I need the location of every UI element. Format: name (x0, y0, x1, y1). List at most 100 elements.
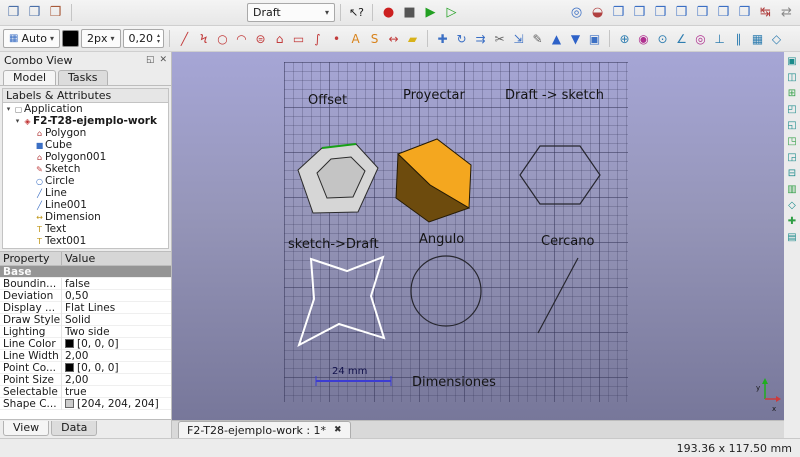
hexagon-shape[interactable] (520, 146, 600, 204)
draft-downgrade-icon[interactable]: ▼ (566, 28, 585, 49)
right-tool-icon-10[interactable]: ◇ (786, 199, 799, 212)
property-value-cell[interactable]: [0, 0, 0] (62, 338, 171, 350)
view-right-icon[interactable]: ❒ (671, 2, 692, 23)
property-shape-color[interactable]: Shape C... [204, 204, 204] (0, 398, 171, 410)
expander-icon[interactable]: ▾ (13, 117, 22, 125)
right-tool-icon-2[interactable]: ◫ (786, 71, 799, 84)
tab-view[interactable]: View (3, 421, 49, 436)
cercano-line[interactable] (538, 258, 578, 333)
draft-ellipse-icon[interactable]: ⊜ (251, 28, 270, 49)
view-isometric-icon[interactable]: ❒ (608, 2, 629, 23)
property-display-mode[interactable]: Display ... Flat Lines (0, 302, 171, 314)
draft-point-icon[interactable]: • (327, 28, 346, 49)
snap-working-plane-icon[interactable]: ◇ (767, 28, 786, 49)
draft-facebinder-icon[interactable]: ▰ (403, 28, 422, 49)
tree-item-line[interactable]: ╱ Line (3, 187, 168, 199)
dimension-line[interactable] (316, 376, 391, 386)
property-group-base[interactable]: Base (0, 266, 171, 278)
angulo-circle[interactable] (411, 256, 481, 326)
property-value-cell[interactable]: 2,00 (62, 350, 171, 362)
tree-item-dimension[interactable]: ↔ Dimension (3, 211, 168, 223)
label-sketch-draft[interactable]: sketch->Draft (288, 237, 379, 252)
property-line-color[interactable]: Line Color [0, 0, 0] (0, 338, 171, 350)
property-value-cell[interactable]: false (62, 278, 171, 290)
whatsthis-icon[interactable]: ↖? (346, 2, 367, 23)
snap-endpoint-icon[interactable]: ◉ (634, 28, 653, 49)
tree-item-cube[interactable]: ■ Cube (3, 139, 168, 151)
property-value-cell[interactable]: Flat Lines (62, 302, 171, 314)
property-lighting[interactable]: Lighting Two side (0, 326, 171, 338)
panel-close-icon[interactable]: ✕ (159, 55, 167, 65)
snap-parallel-icon[interactable]: ∥ (729, 28, 748, 49)
view-draw-style-icon[interactable]: ◒ (587, 2, 608, 23)
tab-tasks[interactable]: Tasks (58, 70, 107, 85)
draft-line-icon[interactable]: ╱ (175, 28, 194, 49)
snap-grid-icon[interactable]: ▦ (748, 28, 767, 49)
property-value-cell[interactable]: [204, 204, 204] (62, 398, 171, 410)
sketch-draft-shape[interactable] (299, 257, 384, 345)
close-icon[interactable]: ✖ (334, 425, 342, 435)
property-bounding-box[interactable]: Boundin... false (0, 278, 171, 290)
property-point-size[interactable]: Point Size 2,00 (0, 374, 171, 386)
tree-item-sketch[interactable]: ✎ Sketch (3, 163, 168, 175)
property-value-cell[interactable]: true (62, 386, 171, 398)
view-bottom-icon[interactable]: ❒ (713, 2, 734, 23)
offset-shape[interactable] (298, 144, 378, 213)
tree-item-document[interactable]: ▾ ◈ F2-T28-ejemplo-work (3, 115, 168, 127)
tree-item-circle[interactable]: ○ Circle (3, 175, 168, 187)
measure-distance-icon[interactable]: ↹ (755, 2, 776, 23)
draft-clone-icon[interactable]: ▣ (585, 28, 604, 49)
right-tool-icon-8[interactable]: ⊟ (786, 167, 799, 180)
view-front-icon[interactable]: ❒ (629, 2, 650, 23)
tree-item-application[interactable]: ▾ ▢ Application (3, 103, 168, 115)
property-value-cell[interactable]: 0,50 (62, 290, 171, 302)
line-color-button[interactable] (62, 30, 79, 47)
label-offset[interactable]: Offset (308, 93, 347, 108)
snap-perpendicular-icon[interactable]: ⊥ (710, 28, 729, 49)
snap-angle-icon[interactable]: ∠ (672, 28, 691, 49)
std-view-icon-2[interactable]: ❒ (24, 2, 45, 23)
tree-item-line001[interactable]: ╱ Line001 (3, 199, 168, 211)
right-tool-icon-12[interactable]: ▤ (786, 231, 799, 244)
right-tool-icon-6[interactable]: ◳ (786, 135, 799, 148)
label-draft-sketch[interactable]: Draft -> sketch (505, 88, 604, 103)
right-tool-icon-5[interactable]: ◱ (786, 119, 799, 132)
draft-polygon-icon[interactable]: ⌂ (270, 28, 289, 49)
document-tab[interactable]: F2-T28-ejemplo-work : 1* ✖ (178, 421, 351, 438)
property-value-cell[interactable]: Two side (62, 326, 171, 338)
snap-midpoint-icon[interactable]: ⊙ (653, 28, 672, 49)
tree-item-polygon[interactable]: ⌂ Polygon (3, 127, 168, 139)
line-width-selector[interactable]: 2px ▾ (81, 29, 121, 48)
draft-rotate-icon[interactable]: ↻ (452, 28, 471, 49)
draft-text-icon[interactable]: A (346, 28, 365, 49)
measure-clear-icon[interactable]: ⇄ (776, 2, 797, 23)
macro-stop-icon[interactable]: ■ (399, 2, 420, 23)
viewport-3d[interactable]: 24 mm Offset Proyectar Draft -> sketch s… (172, 52, 784, 420)
property-value-cell[interactable]: 2,00 (62, 374, 171, 386)
scale-spinbox[interactable]: 0,20 ▴▾ (123, 29, 165, 48)
draft-trimex-icon[interactable]: ✂ (490, 28, 509, 49)
draft-upgrade-icon[interactable]: ▲ (547, 28, 566, 49)
macro-record-icon[interactable]: ● (378, 2, 399, 23)
tree-item-text[interactable]: T Text (3, 223, 168, 235)
dimension-value-label[interactable]: 24 mm (332, 366, 367, 377)
draft-move-icon[interactable]: ✚ (433, 28, 452, 49)
draft-shapestring-icon[interactable]: S (365, 28, 384, 49)
property-selectable[interactable]: Selectable true (0, 386, 171, 398)
tree-item-text001[interactable]: T Text001 (3, 235, 168, 247)
property-value-cell[interactable]: [0, 0, 0] (62, 362, 171, 374)
label-cercano[interactable]: Cercano (541, 234, 594, 249)
draft-scale-icon[interactable]: ⇲ (509, 28, 528, 49)
label-angulo[interactable]: Angulo (419, 232, 464, 247)
spinbox-arrows[interactable]: ▴▾ (157, 33, 160, 45)
view-top-icon[interactable]: ❒ (650, 2, 671, 23)
draft-arc-icon[interactable]: ◠ (232, 28, 251, 49)
label-proyectar[interactable]: Proyectar (403, 88, 466, 103)
snap-lock-icon[interactable]: ⊕ (615, 28, 634, 49)
tree-item-polygon001[interactable]: ⌂ Polygon001 (3, 151, 168, 163)
view-rear-icon[interactable]: ❒ (692, 2, 713, 23)
panel-float-icon[interactable]: ◱ (146, 55, 155, 65)
std-view-icon-3[interactable]: ❒ (45, 2, 66, 23)
right-tool-icon-1[interactable]: ▣ (786, 55, 799, 68)
macro-play-icon[interactable]: ▶ (420, 2, 441, 23)
